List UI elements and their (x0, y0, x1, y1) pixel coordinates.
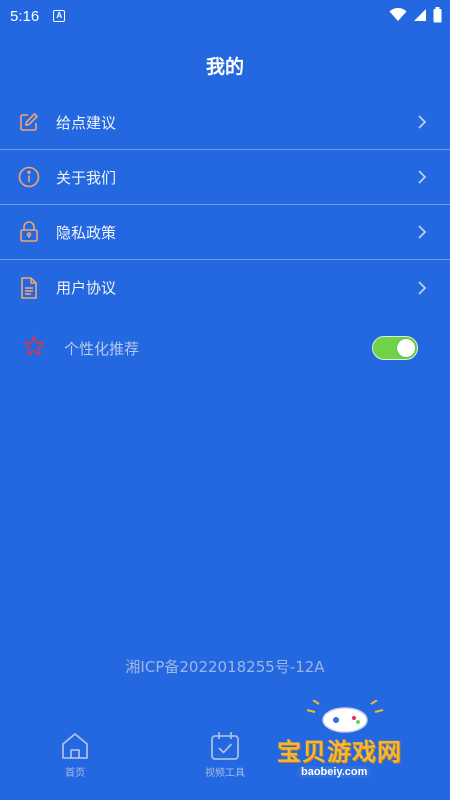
menu-item-privacy[interactable]: 隐私政策 (0, 205, 450, 260)
menu-item-label: 关于我们 (56, 168, 117, 187)
menu-item-about[interactable]: 关于我们 (0, 150, 450, 205)
chevron-right-icon (418, 225, 427, 239)
chevron-right-icon (418, 115, 427, 129)
lock-icon (18, 221, 40, 243)
menu-item-suggestion[interactable]: 给点建议 (0, 95, 450, 150)
menu-item-agreement[interactable]: 用户协议 (0, 260, 450, 315)
status-bar: 5:16 A (0, 0, 450, 32)
battery-icon (433, 7, 442, 23)
icp-license: 湘ICP备2022018255号-12A (125, 658, 325, 676)
status-time: 5:16 (10, 7, 40, 25)
status-icons (389, 7, 442, 23)
document-icon (18, 276, 40, 299)
wifi-icon (389, 8, 407, 21)
info-icon (18, 166, 40, 188)
edit-icon (18, 111, 40, 133)
settings-menu: 给点建议 关于我们 隐私政策 用户协议 (0, 95, 450, 315)
personalized-recommendation-row: 个性化推荐 (0, 320, 450, 376)
toggle-knob (397, 339, 415, 357)
nav-label: 视频工具 (205, 768, 245, 779)
menu-item-label: 隐私政策 (56, 223, 117, 242)
personalized-recommendation-label: 个性化推荐 (64, 339, 140, 358)
chevron-right-icon (418, 170, 427, 184)
menu-item-label: 用户协议 (56, 279, 117, 297)
calendar-check-icon (211, 732, 239, 760)
nav-item-video-tools[interactable]: 视频工具 (150, 730, 300, 779)
signal-icon (414, 9, 426, 21)
personalized-recommendation-toggle[interactable] (372, 336, 418, 360)
page-title: 我的 (205, 56, 244, 78)
menu-item-label: 给点建议 (56, 113, 117, 132)
notification-icon: A (53, 10, 66, 22)
nav-label: 首页 (65, 768, 85, 779)
nav-item-home[interactable]: 首页 (0, 730, 150, 779)
home-icon (62, 733, 88, 759)
bottom-nav: 首页 视频工具 (0, 708, 450, 800)
star-icon (22, 335, 46, 361)
chevron-right-icon (418, 280, 427, 295)
